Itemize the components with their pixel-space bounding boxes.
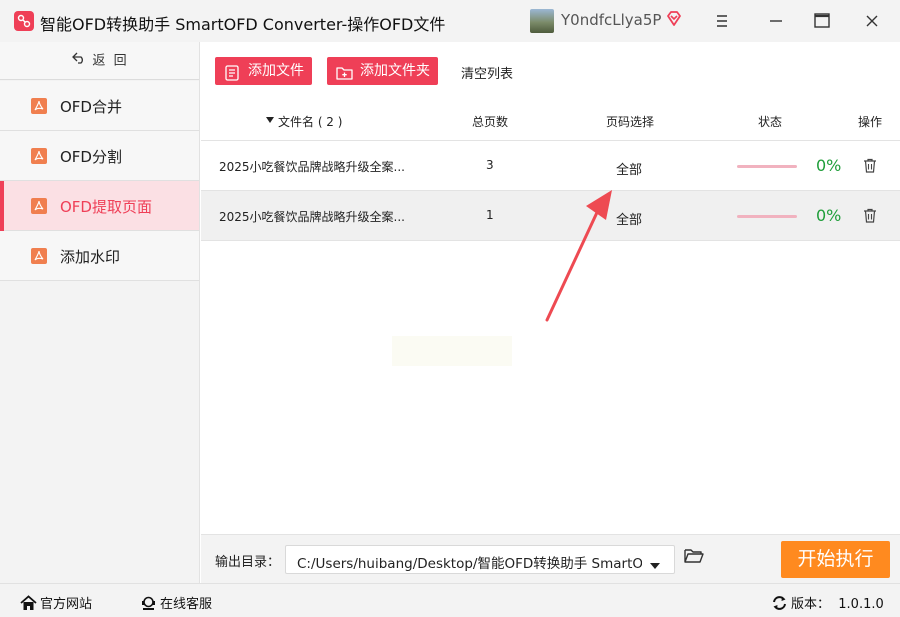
version-label: 版本： 1.0.1.0 [791, 597, 884, 612]
start-button[interactable]: 开始执行 [781, 541, 890, 578]
minimize-icon[interactable] [763, 8, 789, 34]
sidebar-item-label: OFD提取页面 [60, 198, 152, 216]
browse-folder-icon[interactable] [684, 548, 704, 568]
maximize-icon[interactable] [809, 8, 835, 34]
add-folder-button[interactable]: 添加文件夹 [327, 57, 438, 85]
window-title: 智能OFD转换助手 SmartOFD Converter-操作OFD文件 [40, 15, 446, 34]
sidebar-item-ofd-merge[interactable]: OFD合并 [0, 81, 199, 131]
refresh-icon [773, 596, 786, 610]
pdf-icon [31, 248, 47, 268]
output-dir-select[interactable]: C:/Users/huibang/Desktop/智能OFD转换助手 Smart… [285, 545, 675, 574]
empty-area-watermark [392, 336, 512, 366]
pdf-icon [31, 148, 47, 168]
delete-icon[interactable] [863, 158, 877, 177]
sort-desc-icon[interactable] [265, 113, 275, 127]
back-button[interactable]: 返 回 [0, 42, 199, 80]
file-name: 2025小吃餐饮品牌战略升级全案... [219, 160, 405, 174]
official-website-label: 官方网站 [40, 597, 93, 612]
sidebar-item-ofd-extract-pages[interactable]: OFD提取页面 [0, 181, 199, 231]
column-page-select: 页码选择 [606, 115, 655, 129]
sidebar: 返 回 OFD合并 OFD分割 OFD提取页面 添加水印 [0, 42, 200, 583]
back-arrow-icon [72, 42, 86, 80]
sidebar-item-add-watermark[interactable]: 添加水印 [0, 231, 199, 281]
page-count: 3 [486, 158, 494, 172]
home-icon [20, 595, 37, 610]
delete-icon[interactable] [863, 208, 877, 227]
page-select-dropdown[interactable]: 全部 [616, 159, 642, 178]
sidebar-item-label: OFD合并 [60, 98, 122, 116]
progress-bar [737, 215, 797, 218]
column-filename[interactable]: 文件名 ( 2 ) [278, 113, 342, 130]
progress-percent: 0% [816, 156, 842, 175]
file-name: 2025小吃餐饮品牌战略升级全案... [219, 210, 405, 224]
table-header: 文件名 ( 2 ) 总页数 页码选择 状态 操作 [201, 100, 900, 141]
close-icon[interactable] [859, 8, 885, 34]
add-file-button[interactable]: 添加文件 [215, 57, 312, 85]
sidebar-item-label: 添加水印 [60, 248, 121, 266]
title-bar: 智能OFD转换助手 SmartOFD Converter-操作OFD文件 Y0n… [0, 0, 900, 42]
add-folder-label: 添加文件夹 [360, 63, 430, 79]
app-logo-icon [14, 11, 34, 31]
progress-bar [737, 165, 797, 168]
output-dir-value: C:/Users/huibang/Desktop/智能OFD转换助手 Smart… [297, 556, 642, 572]
chevron-down-icon [650, 557, 660, 573]
add-file-label: 添加文件 [248, 63, 304, 79]
output-bar: 输出目录： C:/Users/huibang/Desktop/智能OFD转换助手… [201, 534, 900, 583]
version-info[interactable]: 版本： 1.0.1.0 [771, 593, 884, 612]
column-total-pages: 总页数 [472, 115, 509, 129]
folder-add-icon [336, 63, 353, 91]
clear-list-button[interactable]: 清空列表 [461, 63, 513, 82]
vip-diamond-icon[interactable] [665, 10, 683, 32]
column-action: 操作 [858, 115, 883, 129]
annotation-arrow-icon [530, 180, 640, 334]
username[interactable]: Y0ndfcLlya5P [561, 11, 661, 29]
pdf-icon [31, 198, 47, 218]
column-status: 状态 [758, 115, 783, 129]
online-support-label: 在线客服 [160, 597, 213, 612]
official-website-link[interactable]: 官方网站 [20, 593, 92, 612]
output-dir-label: 输出目录： [215, 555, 281, 570]
progress-percent: 0% [816, 206, 842, 225]
headset-icon [142, 596, 155, 610]
file-icon [224, 63, 240, 91]
pdf-icon [31, 98, 47, 118]
user-avatar[interactable] [530, 9, 554, 33]
sidebar-item-label: OFD分割 [60, 148, 122, 166]
sidebar-item-ofd-split[interactable]: OFD分割 [0, 131, 199, 181]
menu-icon[interactable] [709, 8, 735, 34]
page-count: 1 [486, 208, 494, 222]
status-bar: 官方网站 在线客服 版本： 1.0.1.0 [0, 583, 900, 617]
back-label: 返 回 [92, 53, 127, 69]
online-support-link[interactable]: 在线客服 [140, 593, 212, 612]
